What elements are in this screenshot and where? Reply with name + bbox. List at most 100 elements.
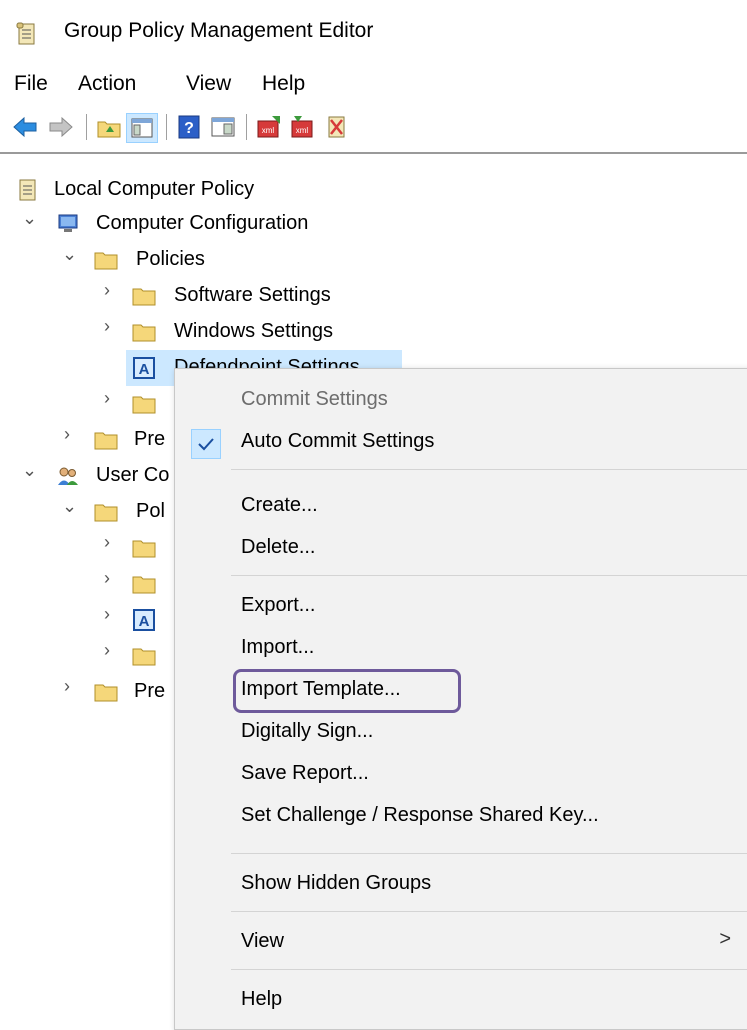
context-menu: Commit Settings Auto Commit Settings Cre…	[174, 368, 747, 1030]
title-bar: Group Policy Management Editor	[0, 0, 747, 64]
chevron-right-icon[interactable]: ›	[104, 280, 122, 310]
menu-item-label: Digitally Sign...	[241, 720, 374, 742]
svg-text:xml: xml	[262, 126, 275, 135]
tree-item-user-configuration[interactable]: ⌄ User Co	[0, 458, 172, 494]
chevron-right-icon[interactable]: ›	[104, 568, 122, 598]
folder-icon	[132, 324, 156, 342]
menu-item-import[interactable]: Import...	[175, 627, 747, 667]
chevron-right-icon[interactable]: ›	[104, 640, 122, 670]
tree-item-computer-configuration[interactable]: ⌄ Computer Configuration	[0, 206, 420, 242]
chevron-right-icon[interactable]: ›	[104, 532, 122, 562]
menu-item-label: Import...	[241, 636, 315, 658]
tree-label: Pre	[134, 428, 166, 450]
show-hide-tree-icon[interactable]	[126, 113, 158, 143]
tree-label: User Co	[96, 464, 170, 486]
menu-item-label: Save Report...	[241, 762, 369, 784]
menu-item-show-hidden-groups[interactable]: Show Hidden Groups	[175, 863, 747, 903]
chevron-down-icon[interactable]: ⌄	[62, 496, 80, 526]
menu-separator	[231, 853, 747, 854]
menu-item-save-report[interactable]: Save Report...	[175, 753, 747, 793]
folder-icon	[94, 504, 118, 522]
policy-scroll-icon	[16, 22, 35, 45]
chevron-right-icon[interactable]: ›	[104, 604, 122, 634]
svg-text:?: ?	[184, 120, 194, 137]
import-template-highlight	[233, 669, 461, 713]
menu-item-label: Set Challenge / Response Shared Key...	[241, 804, 599, 826]
menu-item-commit-settings: Commit Settings	[175, 379, 747, 419]
policy-scroll-icon	[19, 179, 36, 201]
action-pane-icon[interactable]	[210, 114, 236, 140]
menu-action[interactable]: Action	[78, 72, 136, 96]
checkmark-icon	[191, 429, 221, 459]
tree-item-folder[interactable]: ›	[0, 530, 172, 566]
menu-separator	[231, 969, 747, 970]
menu-file[interactable]: File	[14, 72, 48, 96]
back-arrow-icon[interactable]	[12, 114, 38, 140]
chevron-right-icon: >	[719, 928, 731, 950]
menu-separator	[231, 469, 747, 470]
menu-item-label: Show Hidden Groups	[241, 872, 432, 894]
svg-text:A: A	[139, 613, 150, 630]
menu-item-label: Help	[241, 988, 283, 1010]
toolbar-separator	[246, 114, 247, 140]
defendpoint-icon: A	[133, 357, 155, 379]
users-icon	[58, 467, 78, 485]
tree-label: Local Computer Policy	[54, 178, 255, 200]
menu-view[interactable]: View	[186, 72, 231, 96]
chevron-down-icon[interactable]: ⌄	[22, 208, 40, 238]
menu-help[interactable]: Help	[262, 72, 305, 96]
menu-item-set-challenge-response-key[interactable]: Set Challenge / Response Shared Key...	[175, 795, 747, 835]
menu-separator	[231, 911, 747, 912]
menu-item-export[interactable]: Export...	[175, 585, 747, 625]
menu-item-auto-commit-settings[interactable]: Auto Commit Settings	[175, 421, 747, 461]
chevron-down-icon[interactable]: ⌄	[62, 244, 80, 274]
toolbar-separator	[86, 114, 87, 140]
folder-icon	[132, 540, 156, 558]
up-folder-icon[interactable]	[96, 114, 122, 140]
import-xml-icon[interactable]: xml	[290, 114, 316, 140]
chevron-right-icon[interactable]: ›	[104, 316, 122, 346]
folder-icon	[132, 576, 156, 594]
menu-item-label: Create...	[241, 494, 318, 516]
chevron-right-icon[interactable]: ›	[64, 676, 82, 706]
folder-icon	[94, 684, 118, 702]
menu-bar: File Action View Help	[0, 64, 747, 102]
clear-icon[interactable]	[324, 114, 350, 140]
tree-item-software-settings[interactable]: › Software Settings	[0, 278, 420, 314]
tree-item-local-computer-policy[interactable]: Local Computer Policy	[0, 172, 420, 208]
folder-icon	[132, 648, 156, 666]
tree-item-defendpoint[interactable]: › A	[0, 602, 172, 638]
tree-item-preferences[interactable]: › Pre	[0, 422, 172, 458]
export-xml-icon[interactable]: xml	[256, 114, 282, 140]
tree-label: Pol	[136, 500, 165, 522]
menu-item-view[interactable]: View >	[175, 921, 747, 961]
chevron-down-icon[interactable]: ⌄	[22, 460, 40, 490]
tree-item-folder[interactable]: ›	[0, 566, 172, 602]
folder-icon	[132, 396, 156, 414]
menu-item-label: Delete...	[241, 536, 316, 558]
help-icon[interactable]: ?	[176, 114, 202, 140]
forward-arrow-icon[interactable]	[48, 114, 74, 140]
folder-icon	[132, 288, 156, 306]
tree-item-policies[interactable]: ⌄ Policies	[0, 242, 420, 278]
tree-label: Pre	[134, 680, 166, 702]
chevron-right-icon[interactable]: ›	[64, 424, 82, 454]
tree-item-user-preferences[interactable]: › Pre	[0, 674, 172, 710]
tree-item-folder[interactable]: ›	[0, 638, 172, 674]
tree-label: Computer Configuration	[96, 212, 309, 234]
tree-label: Software Settings	[174, 284, 331, 306]
toolbar: ? xml xml	[0, 104, 747, 154]
menu-item-help[interactable]: Help	[175, 979, 747, 1019]
menu-item-label: View	[241, 930, 284, 952]
tree-item-user-policies[interactable]: ⌄ Pol	[0, 494, 172, 530]
menu-item-label: Export...	[241, 594, 316, 616]
toolbar-separator	[166, 114, 167, 140]
window-title: Group Policy Management Editor	[64, 19, 374, 42]
tree-item-windows-settings[interactable]: › Windows Settings	[0, 314, 420, 350]
menu-item-digitally-sign[interactable]: Digitally Sign...	[175, 711, 747, 751]
menu-item-create[interactable]: Create...	[175, 485, 747, 525]
menu-item-delete[interactable]: Delete...	[175, 527, 747, 567]
menu-item-label: Auto Commit Settings	[241, 430, 435, 452]
tree-item-folder[interactable]: ›	[0, 386, 172, 422]
chevron-right-icon[interactable]: ›	[104, 388, 122, 418]
